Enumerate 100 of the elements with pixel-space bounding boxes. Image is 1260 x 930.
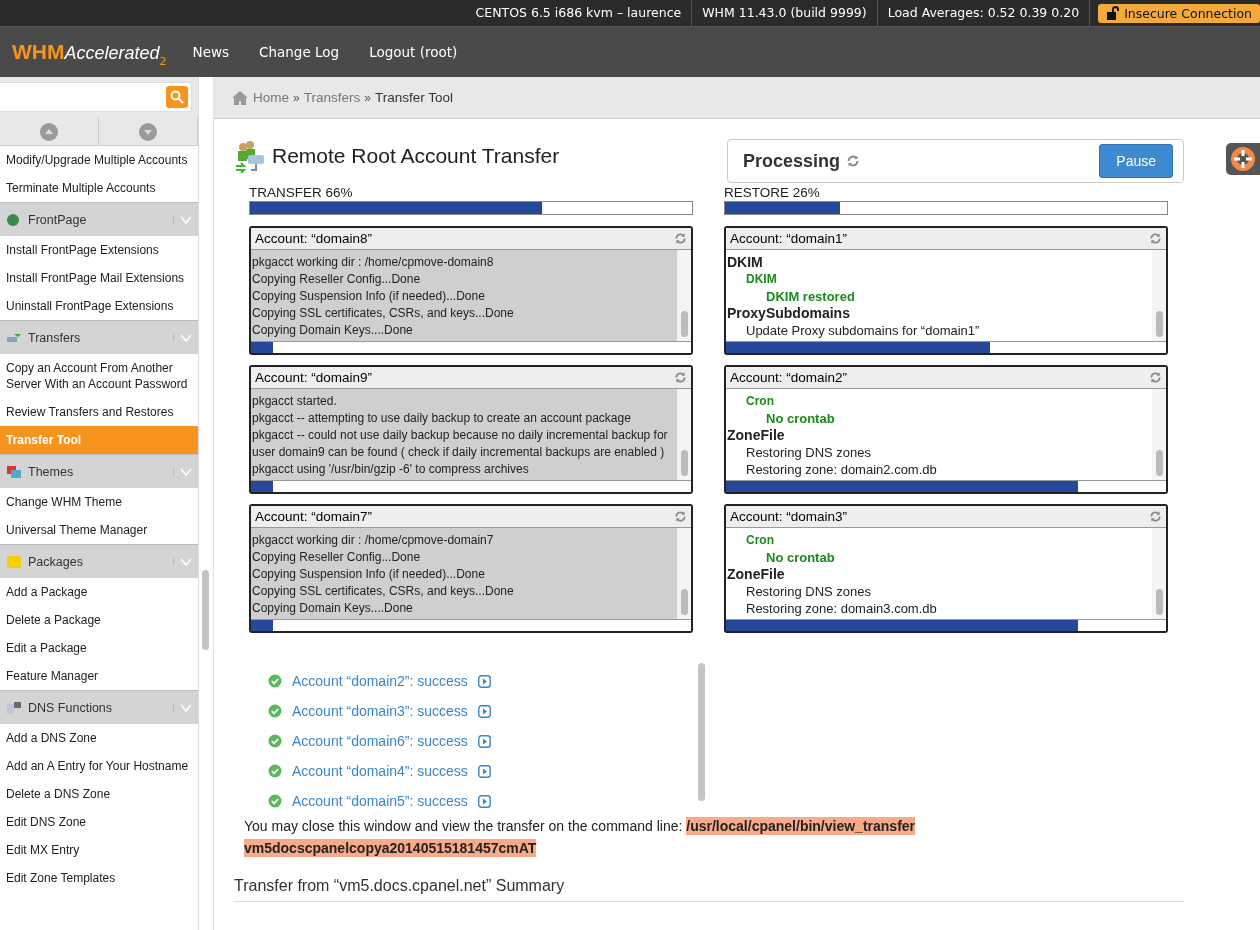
check-circle-icon (268, 764, 282, 778)
sidebar-item[interactable]: Add an A Entry for Your Hostname (0, 752, 198, 780)
scrollbar-thumb[interactable] (1156, 450, 1163, 476)
log-line: ProxySubdomains (726, 305, 851, 322)
log-line: pkgacct working dir : /home/cpmove-domain8 (251, 254, 495, 271)
play-icon[interactable] (477, 794, 491, 808)
breadcrumb-separator: » (364, 90, 371, 105)
log-line: Restoring DNS zones (745, 444, 872, 461)
log-line: Copying Suspension Info (if needed)...Done (251, 288, 486, 305)
log-line: Update Proxy subdomains for “domain1” (745, 322, 981, 339)
sidebar-item[interactable]: Universal Theme Manager (0, 516, 198, 544)
sidebar-item[interactable]: Uninstall FrontPage Extensions (0, 292, 198, 320)
result-link[interactable]: Account “domain4”: success (292, 763, 468, 779)
play-icon[interactable] (477, 764, 491, 778)
log-line: Cron (745, 532, 775, 549)
check-circle-icon (268, 734, 282, 748)
lifebuoy-icon (1231, 147, 1255, 171)
play-icon[interactable] (477, 704, 491, 718)
help-tab[interactable] (1226, 143, 1260, 175)
window-icon (6, 464, 22, 479)
log-line: DKIM (726, 254, 764, 271)
page-title: Remote Root Account Transfer (272, 144, 560, 168)
log-line: Copying Reseller Config...Done (251, 271, 422, 288)
log-line: Copying Domain Keys....Done (251, 322, 414, 339)
sidebar-item[interactable]: Change WHM Theme (0, 488, 198, 516)
server-info: Load Averages: 0.52 0.39 0.20 (877, 0, 1091, 26)
log-line: No crontab (765, 410, 836, 427)
sidebar-item[interactable]: Feature Manager (0, 662, 198, 690)
breadcrumb-link[interactable]: Transfers (303, 90, 361, 105)
log-line: ZoneFile (726, 566, 786, 583)
account-title: Account: “domain2” (730, 370, 848, 385)
sidebar-item[interactable]: Edit DNS Zone (0, 808, 198, 836)
breadcrumb-link[interactable]: Home (253, 90, 289, 105)
log-line: pkgacct -- attempting to use daily backup to create an account package (251, 410, 632, 427)
log-line: Restoring DNS zones (745, 583, 872, 600)
log-line: No crontab (765, 549, 836, 566)
sidebar-item[interactable]: Delete a DNS Zone (0, 780, 198, 808)
scrollbar-thumb[interactable] (202, 570, 209, 650)
pause-button[interactable]: Pause (1099, 144, 1173, 178)
sidebar-item[interactable]: Delete a Package (0, 606, 198, 634)
play-icon[interactable] (477, 674, 491, 688)
refresh-icon (674, 232, 687, 245)
sidebar-item[interactable]: Install FrontPage Extensions (0, 236, 198, 264)
refresh-icon (674, 371, 687, 384)
status-label: Processing (743, 150, 841, 172)
sidebar-item[interactable]: Review Transfers and Restores (0, 398, 198, 426)
scrollbar-thumb[interactable] (681, 450, 688, 476)
chevron-down-icon (173, 703, 192, 712)
sidebar-item[interactable]: Edit a Package (0, 634, 198, 662)
account-title: Account: “domain9” (255, 370, 373, 385)
sidebar-section-header[interactable]: Transfers (0, 320, 198, 354)
refresh-icon (1149, 510, 1162, 523)
insecure-connection-badge[interactable]: Insecure Connection (1098, 3, 1260, 23)
play-icon[interactable] (477, 734, 491, 748)
progress-label: RESTORE 26% (724, 185, 821, 200)
log-line: Restoring zone: domain3.com.db (745, 600, 938, 617)
result-link[interactable]: Account “domain3”: success (292, 703, 468, 719)
result-link[interactable]: Account “domain2”: success (292, 673, 468, 689)
sidebar-item[interactable]: Edit Zone Templates (0, 864, 198, 892)
check-circle-icon (268, 794, 282, 808)
search-button[interactable] (166, 86, 188, 108)
nav-link[interactable]: Change Log (259, 44, 340, 60)
sidebar-section-header[interactable]: FrontPage (0, 202, 198, 236)
summary-heading: Transfer from “vm5.docs.cpanel.net” Summary (234, 877, 1184, 902)
sidebar-item[interactable]: Add a Package (0, 578, 198, 606)
sidebar-section-header[interactable]: Themes (0, 454, 198, 488)
log-line: Copying Reseller Config...Done (251, 549, 422, 566)
sidebar-item[interactable]: Terminate Multiple Accounts (0, 174, 198, 202)
result-link[interactable]: Account “domain5”: success (292, 793, 468, 809)
scrollbar-thumb[interactable] (681, 589, 688, 615)
log-line: pkgacct working dir : /home/cpmove-domain7 (251, 532, 495, 549)
nav-link[interactable]: News (192, 44, 230, 60)
log-line: DKIM restored (765, 288, 856, 305)
result-link[interactable]: Account “domain6”: success (292, 733, 468, 749)
log-line: Copying SSL certificates, CSRs, and keys...Done (251, 305, 515, 322)
nav-link[interactable]: Logout (root) (369, 44, 458, 60)
refresh-icon (1149, 371, 1162, 384)
scrollbar-thumb[interactable] (1156, 589, 1163, 615)
sidebar-section-header[interactable]: DNS Functions (0, 690, 198, 724)
home-icon (231, 89, 249, 106)
log-line: pkgacct using '/usr/bin/gzip -6' to compress archives (251, 461, 530, 478)
sidebar-item[interactable]: Copy an Account From Another Server With an Account Password (0, 354, 198, 398)
sidebar-item[interactable]: Install FrontPage Mail Extensions (0, 264, 198, 292)
box-icon (6, 554, 22, 569)
scrollbar-thumb[interactable] (1156, 311, 1163, 337)
search-field[interactable] (0, 82, 192, 112)
scrollbar-thumb[interactable] (681, 311, 688, 337)
sidebar-section-header[interactable]: Packages (0, 544, 198, 578)
log-line: Copying Suspension Info (if needed)...Done (251, 566, 486, 583)
sidebar-item[interactable]: Modify/Upgrade Multiple Accounts (0, 146, 198, 174)
sidebar-item[interactable]: Edit MX Entry (0, 836, 198, 864)
scrollbar-thumb[interactable] (698, 663, 705, 801)
sidebar-item[interactable]: Add a DNS Zone (0, 724, 198, 752)
chevron-down-icon (173, 215, 192, 224)
refresh-icon (846, 154, 861, 168)
unlocked-padlock-icon (1106, 6, 1121, 20)
breadcrumb-current: Transfer Tool (374, 90, 453, 105)
check-circle-icon (268, 674, 282, 688)
refresh-icon (1149, 232, 1162, 245)
log-line: Cron (745, 393, 775, 410)
